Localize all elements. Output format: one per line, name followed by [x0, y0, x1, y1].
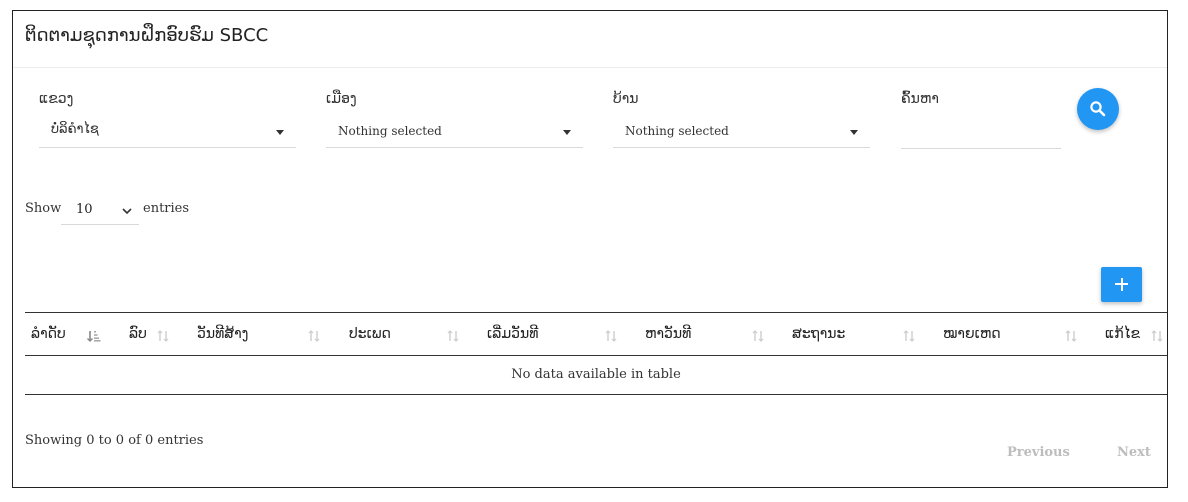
add-button[interactable]: [1101, 267, 1142, 302]
column-header-status[interactable]: ສະຖານະ: [792, 313, 845, 355]
search-button[interactable]: [1077, 88, 1119, 130]
previous-button[interactable]: Previous: [1007, 445, 1070, 460]
main-panel: ຕິດຕາມຊຸດການຝຶກອົບຮົມ SBCC ແຂວງ ບໍ່ລິຄຳໄ…: [12, 10, 1168, 488]
entries-length-select[interactable]: 10: [61, 199, 139, 225]
sort-icon[interactable]: [1151, 330, 1163, 342]
table-info: Showing 0 to 0 of 0 entries: [25, 433, 204, 448]
district-select[interactable]: Nothing selected: [326, 122, 583, 148]
column-header-remark[interactable]: ໝາຍເຫດ: [943, 313, 1001, 355]
show-label: Show: [25, 201, 62, 216]
column-header-start-date[interactable]: ເລີ່ມວັນທີ: [487, 313, 538, 355]
sort-ascending-icon[interactable]: [87, 330, 101, 342]
column-header-end-date[interactable]: ຫາວັນທີ: [645, 313, 691, 355]
title-divider: [13, 67, 1167, 68]
sort-icon[interactable]: [752, 330, 764, 342]
search-label: ຄົ້ນຫາ: [901, 91, 939, 107]
next-button[interactable]: Next: [1117, 445, 1151, 460]
sort-icon[interactable]: [903, 330, 915, 342]
chevron-down-icon: [122, 208, 132, 215]
column-header-created-date[interactable]: ວັນທີສ້າງ: [197, 313, 248, 355]
sort-icon[interactable]: [1065, 330, 1077, 342]
village-label: ບ້ານ: [613, 91, 639, 107]
empty-table-message: No data available in table: [25, 356, 1167, 395]
district-value: Nothing selected: [338, 124, 442, 138]
village-value: Nothing selected: [625, 124, 729, 138]
column-header-edit[interactable]: ແກ້ໄຂ: [1105, 313, 1140, 355]
column-header-type[interactable]: ປະເພດ: [349, 313, 391, 355]
sort-icon[interactable]: [605, 330, 617, 342]
province-select[interactable]: ບໍ່ລິຄຳໄຊ: [39, 122, 296, 148]
search-icon: [1090, 101, 1106, 117]
entries-label: entries: [143, 201, 190, 216]
province-value: ບໍ່ລິຄຳໄຊ: [51, 122, 99, 137]
sort-icon[interactable]: [447, 330, 459, 342]
caret-down-icon: [563, 130, 571, 135]
column-header-order[interactable]: ລຳດັບ: [31, 313, 66, 355]
column-header-delete[interactable]: ລົບ: [129, 313, 147, 355]
table-header: ລຳດັບ ລົບ ວັນທີສ້າງ ປະເພດ ເລີ່ມວັນທີ ຫາວ…: [25, 313, 1167, 356]
district-label: ເມືອງ: [326, 91, 357, 107]
page-title: ຕິດຕາມຊຸດການຝຶກອົບຮົມ SBCC: [25, 25, 269, 46]
caret-down-icon: [850, 130, 858, 135]
village-select[interactable]: Nothing selected: [613, 122, 870, 148]
caret-down-icon: [276, 130, 284, 135]
search-input[interactable]: [901, 123, 1061, 149]
sort-icon[interactable]: [308, 330, 320, 342]
province-label: ແຂວງ: [39, 91, 74, 107]
sort-icon[interactable]: [157, 330, 169, 342]
entries-length-value: 10: [76, 202, 93, 217]
